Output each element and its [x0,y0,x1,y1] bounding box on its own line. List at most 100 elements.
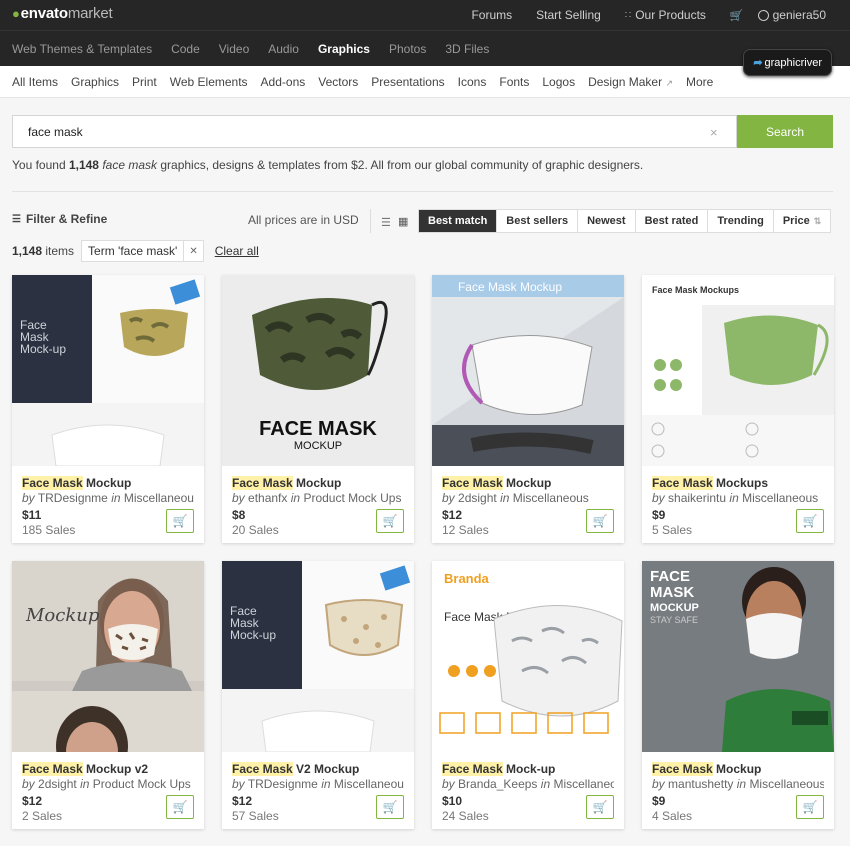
category-link[interactable]: Product Mock Ups [93,777,191,791]
product-thumbnail[interactable]: Face Mask Mockups [642,275,834,466]
add-to-cart-button[interactable]: 🛒 [586,795,614,819]
product-card[interactable]: Branda Face Mask Mock-up Face Mask Mock-… [432,561,624,829]
category-link[interactable]: Miscellaneous [334,777,404,791]
product-thumbnail[interactable]: FACE MASK MOCKUP STAY SAFE [642,561,834,752]
add-to-cart-button[interactable]: 🛒 [796,795,824,819]
search-input[interactable] [12,115,737,148]
sub-icons[interactable]: Icons [458,75,487,89]
category-photos[interactable]: Photos [389,42,426,56]
by-word: by [22,491,35,505]
product-title[interactable]: Face Mask Mockup v2 [22,762,194,776]
sort-best-match[interactable]: Best match [419,210,498,232]
sort-newest[interactable]: Newest [578,210,636,232]
search-button[interactable]: Search [737,115,833,148]
author-link[interactable]: 2dsight [38,777,77,791]
category-link[interactable]: Product Mock Ups [303,491,401,505]
sub-vectors[interactable]: Vectors [318,75,358,89]
product-title[interactable]: Face Mask V2 Mockup [232,762,404,776]
add-to-cart-button[interactable]: 🛒 [166,795,194,819]
add-to-cart-button[interactable]: 🛒 [376,795,404,819]
sub-graphics[interactable]: Graphics [71,75,119,89]
product-title[interactable]: Face Mask Mockups [652,476,824,490]
category-3d-files[interactable]: 3D Files [445,42,489,56]
product-card[interactable]: Face Mask Mock-up Face Mask Mockup by TR… [12,275,204,543]
our-products-link[interactable]: Our Products [635,8,706,22]
sub-web-elements[interactable]: Web Elements [170,75,248,89]
add-to-cart-button[interactable]: 🛒 [796,509,824,533]
product-title[interactable]: Face Mask Mockup [22,476,194,490]
category-graphics[interactable]: Graphics [318,42,370,56]
product-thumbnail[interactable]: FACE MASK MOCKUP [222,275,414,466]
category-video[interactable]: Video [219,42,249,56]
start-selling-link[interactable]: Start Selling [536,8,601,22]
product-title[interactable]: Face Mask Mockup [232,476,404,490]
sub-design-maker[interactable]: Design Maker ↗ [588,75,673,89]
sort-trending[interactable]: Trending [708,210,774,232]
author-link[interactable]: shaikerintu [668,491,726,505]
category-link[interactable]: Miscellaneous [553,777,614,791]
remove-term-icon[interactable]: ✕ [184,246,202,257]
cart-icon: 🛒 [592,514,608,528]
top-nav: Forums Start Selling ∷ Our Products 🛒 ge… [471,0,850,30]
sub-all-items[interactable]: All Items [12,75,58,89]
sub-presentations[interactable]: Presentations [371,75,444,89]
sort-price[interactable]: Price ⇅ [774,210,830,232]
product-thumbnail[interactable]: Face Mask Mock-up [12,275,204,466]
forums-link[interactable]: Forums [471,8,512,22]
author-link[interactable]: TRDesignme [248,777,318,791]
add-to-cart-button[interactable]: 🛒 [586,509,614,533]
clear-all-link[interactable]: Clear all [215,244,259,258]
clear-search-icon[interactable]: × [710,125,718,140]
sub-logos[interactable]: Logos [542,75,575,89]
envato-market-logo[interactable]: ●envatomarket [12,5,113,22]
in-word: in [111,491,121,505]
sort-best-sellers[interactable]: Best sellers [497,210,579,232]
product-title[interactable]: Face Mask Mockup [652,762,824,776]
user-icon [757,9,769,21]
product-author: by TRDesignme in Miscellaneous [22,491,194,505]
product-thumbnail[interactable]: Branda Face Mask Mock-up [432,561,624,752]
author-link[interactable]: ethanfx [248,491,287,505]
product-thumbnail[interactable]: Face Mask Mockup [432,275,624,466]
category-link[interactable]: Miscellaneous [749,777,824,791]
product-card[interactable]: FACE MASK MOCKUP STAY SAFE Face Mask Moc… [642,561,834,829]
product-card[interactable]: Face Mask Mockups Face Mask Mockups by s… [642,275,834,543]
author-link[interactable]: TRDesignme [38,491,108,505]
author-link[interactable]: 2dsight [458,491,497,505]
product-card[interactable]: Mockup Face Mask Mockup v2 by 2dsight in… [12,561,204,829]
product-title[interactable]: Face Mask Mock-up [442,762,614,776]
filter-refine-button[interactable]: ☰ Filter & Refine [12,212,107,226]
in-word: in [321,777,331,791]
category-link[interactable]: Miscellaneous [742,491,818,505]
mask-mockup-image: Mockup [12,561,204,752]
category-audio[interactable]: Audio [268,42,299,56]
product-card[interactable]: Face Mask Mock-up Face Mask V2 Mockup by… [222,561,414,829]
product-thumbnail[interactable]: Face Mask Mock-up [222,561,414,752]
add-to-cart-button[interactable]: 🛒 [376,509,404,533]
product-thumbnail[interactable]: Mockup [12,561,204,752]
sub-add-ons[interactable]: Add-ons [261,75,306,89]
list-view-icon[interactable]: ☰ [381,216,391,229]
category-web-themes[interactable]: Web Themes & Templates [12,42,152,56]
sort-best-rated[interactable]: Best rated [636,210,709,232]
title-rest: Mockups [712,476,769,490]
product-card[interactable]: Face Mask Mockup Face Mask Mockup by 2ds… [432,275,624,543]
add-to-cart-button[interactable]: 🛒 [166,509,194,533]
author-link[interactable]: Branda_Keeps [458,777,537,791]
sub-more[interactable]: More [686,75,713,89]
product-title[interactable]: Face Mask Mockup [442,476,614,490]
user-menu[interactable]: geniera50 [757,8,826,22]
author-link[interactable]: mantushetty [668,777,733,791]
product-card[interactable]: FACE MASK MOCKUP Face Mask Mockup by eth… [222,275,414,543]
category-link[interactable]: Miscellaneous [513,491,589,505]
sub-print[interactable]: Print [132,75,157,89]
sub-fonts[interactable]: Fonts [499,75,529,89]
graphicriver-badge[interactable]: ➦ graphicriver [743,49,832,76]
category-link[interactable]: Miscellaneous [124,491,194,505]
grid-dots-icon: ∷ [624,9,632,21]
cart-icon[interactable]: 🛒 [730,9,744,22]
category-code[interactable]: Code [171,42,200,56]
in-word: in [540,777,551,791]
grid-view-icon[interactable]: ▦ [398,215,408,228]
by-word: by [442,491,455,505]
